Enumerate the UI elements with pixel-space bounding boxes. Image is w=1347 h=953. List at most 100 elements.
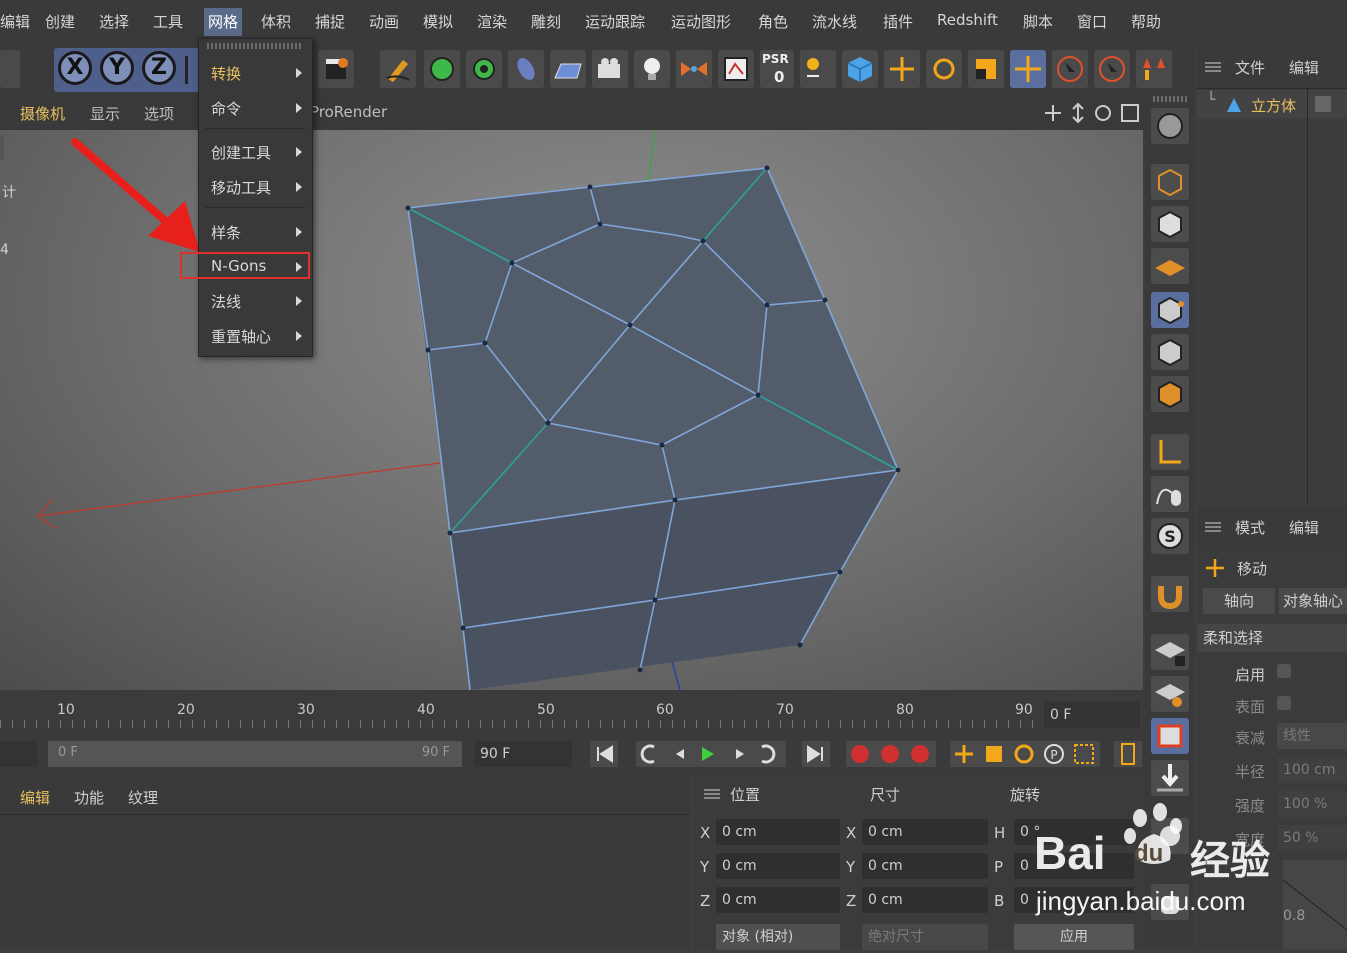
object-name[interactable]: 立方体 <box>1251 95 1296 116</box>
floor-button[interactable] <box>550 50 586 88</box>
menu-plugins[interactable]: 插件 <box>883 11 913 32</box>
panel-grip-icon[interactable] <box>704 787 720 799</box>
palette-handle[interactable] <box>1153 96 1187 102</box>
panel-grip-icon[interactable] <box>1205 520 1221 532</box>
axis-mode-button[interactable] <box>1151 434 1189 470</box>
menu-snap[interactable]: 捕捉 <box>315 11 345 32</box>
size-x-field[interactable]: 0 cm <box>862 819 988 845</box>
undo-button[interactable] <box>0 50 20 88</box>
menu-motion-tracking[interactable]: 运动跟踪 <box>585 11 645 32</box>
pos-z-field[interactable]: 0 cm <box>716 887 840 913</box>
attribute-menu-edit[interactable]: 编辑 <box>1289 517 1319 538</box>
subdivision-button[interactable] <box>466 50 502 88</box>
radius-field[interactable]: 100 cm <box>1277 757 1347 783</box>
cube-primitive-button[interactable] <box>424 50 460 88</box>
size-y-field[interactable]: 0 cm <box>862 853 988 879</box>
section-soft-selection[interactable]: 柔和选择 <box>1197 624 1347 652</box>
menu-redshift[interactable]: Redshift <box>937 11 998 29</box>
rotate-tool-button[interactable] <box>926 50 962 88</box>
menu-select[interactable]: 选择 <box>99 11 129 32</box>
surface-checkbox[interactable] <box>1277 696 1291 710</box>
lock-x-button[interactable]: X <box>58 51 92 85</box>
timeline-ruler[interactable]: 10 20 30 40 50 60 70 80 90 0 F <box>0 690 1145 732</box>
menu-mograph[interactable]: 运动图形 <box>671 11 731 32</box>
range-slider[interactable]: 0 F 90 F <box>48 741 462 767</box>
material-menu-edit[interactable]: 编辑 <box>20 787 50 808</box>
light-button[interactable] <box>634 50 670 88</box>
pen-tool-button[interactable] <box>380 50 416 88</box>
polygons-mode-button[interactable] <box>1151 376 1189 412</box>
pos-y-field[interactable]: 0 cm <box>716 853 840 879</box>
rect-select-button[interactable] <box>1094 50 1130 88</box>
object-row-cube[interactable]: └ 立方体 <box>1197 90 1347 118</box>
menu-tearoff-handle[interactable] <box>207 43 303 49</box>
timeline-settings-button[interactable] <box>1114 741 1142 767</box>
menu-character[interactable]: 角色 <box>758 11 788 32</box>
viewport-menu-options[interactable]: 选项 <box>144 103 174 124</box>
menu-item-spline[interactable]: 样条 <box>211 222 241 243</box>
scene-button[interactable] <box>718 50 754 88</box>
enable-checkbox[interactable] <box>1277 664 1291 678</box>
psr-button[interactable]: PSR 0 <box>760 50 794 88</box>
edges-mode-button[interactable] <box>1151 334 1189 370</box>
size-z-field[interactable]: 0 cm <box>862 887 988 913</box>
menu-item-move-tools[interactable]: 移动工具 <box>211 177 271 198</box>
move-tool-button[interactable] <box>884 50 920 88</box>
object-menu-edit[interactable]: 编辑 <box>1289 57 1319 78</box>
material-menu-function[interactable]: 功能 <box>74 787 104 808</box>
menu-mesh[interactable]: 网格 <box>204 8 243 36</box>
end-frame-field[interactable]: 90 F <box>474 741 572 767</box>
menu-item-reset-axis[interactable]: 重置轴心 <box>211 326 271 347</box>
effector-button[interactable] <box>676 50 712 88</box>
scale-tool-button[interactable] <box>968 50 1004 88</box>
pos-x-field[interactable]: 0 cm <box>716 819 840 845</box>
attribute-menu-mode[interactable]: 模式 <box>1235 517 1265 538</box>
lock-z-button[interactable]: Z <box>142 51 176 85</box>
record-controls[interactable] <box>846 741 936 767</box>
menu-animate[interactable]: 动画 <box>369 11 399 32</box>
cube-mesh[interactable] <box>0 130 1143 690</box>
deformer-button[interactable] <box>508 50 544 88</box>
make-editable-button[interactable] <box>1151 108 1189 144</box>
tweak-mode-button[interactable] <box>1151 476 1189 512</box>
workplane-button[interactable] <box>1151 248 1189 284</box>
goto-end-button[interactable] <box>802 741 830 767</box>
tab-axis[interactable]: 轴向 <box>1203 588 1275 614</box>
menu-item-convert[interactable]: 转换 <box>211 63 241 84</box>
menu-window[interactable]: 窗口 <box>1077 11 1107 32</box>
object-menu-file[interactable]: 文件 <box>1235 57 1265 78</box>
start-frame-field[interactable] <box>0 741 38 767</box>
viewport-menu-camera[interactable]: 摄像机 <box>20 103 65 124</box>
snap-button[interactable] <box>1151 576 1189 612</box>
planar-workplane-button[interactable] <box>1151 676 1189 712</box>
points-mode-button[interactable] <box>1151 292 1189 328</box>
drop-to-floor-button[interactable] <box>1151 760 1189 796</box>
solo-button[interactable]: S <box>1151 518 1189 554</box>
coord-mode-select[interactable]: 对象 (相对) <box>716 924 840 950</box>
object-tag-icon[interactable] <box>1315 96 1331 112</box>
menu-volume[interactable]: 体积 <box>261 11 291 32</box>
viewport-renderer-label[interactable]: ProRender <box>310 103 387 121</box>
menu-script[interactable]: 脚本 <box>1023 11 1053 32</box>
axis-swap-button[interactable] <box>800 50 836 88</box>
camera-button[interactable] <box>592 50 628 88</box>
material-menu-texture[interactable]: 纹理 <box>128 787 158 808</box>
3d-viewport[interactable]: 计 4 <box>0 130 1143 690</box>
menu-render[interactable]: 渲染 <box>477 11 507 32</box>
falloff-select[interactable]: 线性 <box>1277 723 1347 749</box>
menu-create[interactable]: 创建 <box>45 11 75 32</box>
view-cube-button[interactable] <box>842 50 878 88</box>
model-mode-button[interactable] <box>1151 164 1189 200</box>
viewport-menu-display[interactable]: 显示 <box>90 103 120 124</box>
tab-object-axis[interactable]: 对象轴心 <box>1279 588 1347 614</box>
menu-sculpt[interactable]: 雕刻 <box>531 11 561 32</box>
menu-item-normals[interactable]: 法线 <box>211 291 241 312</box>
texture-mode-button[interactable] <box>1151 206 1189 242</box>
move-active-button[interactable] <box>1010 50 1046 88</box>
extra-tool-button[interactable] <box>1136 50 1172 88</box>
viewport-nav-icons[interactable] <box>1043 102 1143 124</box>
size-mode-select[interactable]: 绝对尺寸 <box>862 924 988 950</box>
menu-help[interactable]: 帮助 <box>1131 11 1161 32</box>
menu-item-create-tools[interactable]: 创建工具 <box>211 142 271 163</box>
current-frame-field[interactable]: 0 F <box>1044 702 1140 728</box>
